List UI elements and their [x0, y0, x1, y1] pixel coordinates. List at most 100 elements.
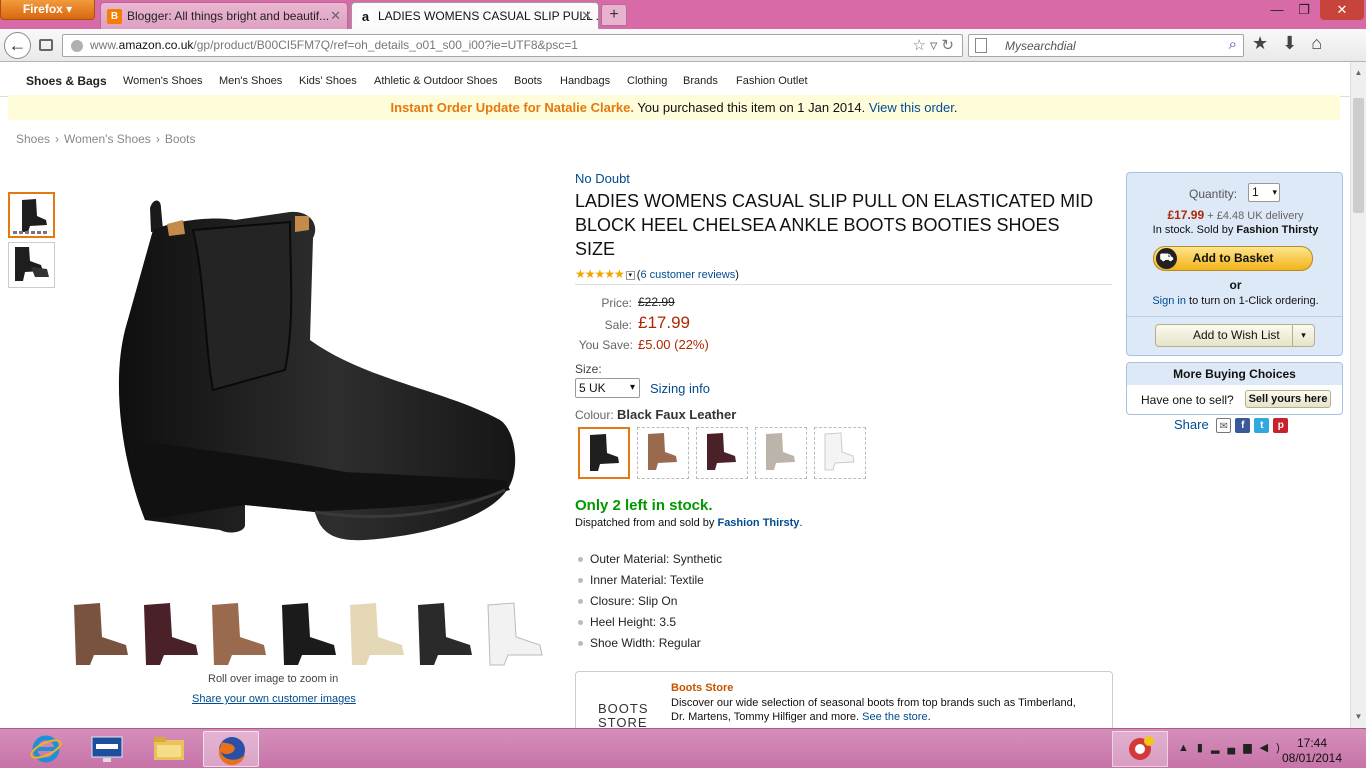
store-title[interactable]: Boots Store	[671, 682, 733, 694]
download-icon[interactable]: ⬇	[1282, 33, 1311, 53]
boot-thumbnail-icon	[15, 247, 49, 281]
breadcrumb-boots[interactable]: Boots	[165, 132, 196, 146]
category-brand[interactable]: Shoes & Bags	[26, 74, 107, 88]
close-window-icon[interactable]: ✕	[1320, 0, 1364, 20]
minimize-icon[interactable]: —	[1264, 0, 1290, 20]
close-tab-icon[interactable]: ✕	[581, 3, 592, 29]
dispatch-info: Dispatched from and sold by Fashion Thir…	[575, 517, 802, 529]
seller-link[interactable]: Fashion Thirsty	[717, 517, 799, 529]
feature-label: Closure:	[590, 594, 635, 608]
scrollbar-thumb[interactable]	[1353, 98, 1364, 213]
twitter-icon[interactable]: t	[1254, 418, 1270, 434]
quantity-select[interactable]: 1 ▾	[1248, 183, 1280, 202]
see-store-link[interactable]: See the store	[862, 711, 927, 723]
nav-fashion-outlet[interactable]: Fashion Outlet	[736, 75, 808, 87]
nav-handbags[interactable]: Handbags	[560, 75, 610, 87]
sign-in-link[interactable]: Sign in	[1152, 295, 1186, 307]
bookmarks-icon[interactable]: ★	[1252, 33, 1282, 53]
notification-app-icon[interactable]	[1112, 731, 1168, 767]
lenovo-icon[interactable]	[79, 731, 135, 767]
view-order-link[interactable]: View this order	[869, 100, 954, 115]
feature-bullet: Outer Material: Synthetic	[578, 552, 722, 566]
url-bar[interactable]: www.amazon.co.uk/gp/product/B00CI5FM7Q/r…	[62, 34, 963, 57]
variant-brown[interactable]	[74, 603, 128, 665]
tab-groups-icon[interactable]	[39, 39, 53, 51]
nav-womens-shoes[interactable]: Women's Shoes	[123, 75, 203, 87]
breadcrumb-womens-shoes[interactable]: Women's Shoes	[64, 132, 151, 146]
main-product-image[interactable]	[105, 190, 525, 550]
variant-tan[interactable]	[212, 603, 266, 665]
boots-store-logo[interactable]: BOOTS STORE	[598, 702, 649, 729]
url-bar-actions: ☆▿↻	[912, 36, 958, 54]
share-customer-images-link[interactable]: Share your own customer images	[192, 693, 356, 705]
nav-kids-shoes[interactable]: Kids' Shoes	[299, 75, 357, 87]
customer-reviews-link[interactable]: 6 customer reviews	[640, 269, 735, 281]
history-dropdown-icon[interactable]: ▿	[930, 37, 942, 54]
sell-yours-here-button[interactable]: Sell yours here	[1245, 390, 1331, 408]
add-to-basket-button[interactable]: ⛟ Add to Basket	[1153, 246, 1313, 271]
scroll-up-icon[interactable]: ▲	[1353, 68, 1364, 77]
search-engine-icon[interactable]	[975, 38, 987, 53]
chevron-down-icon[interactable]: ▾	[625, 270, 635, 280]
add-to-wish-list-button[interactable]: Add to Wish List ▾	[1155, 324, 1315, 347]
breadcrumb-shoes[interactable]: Shoes	[16, 132, 50, 146]
star-rating-icon[interactable]: ★★★★★	[575, 267, 625, 281]
firefox-taskbar-icon[interactable]	[203, 731, 259, 767]
new-tab-button[interactable]: +	[601, 4, 627, 26]
variant-white[interactable]	[487, 602, 543, 666]
scroll-down-icon[interactable]: ▼	[1353, 712, 1364, 721]
tab-amazon[interactable]: a LADIES WOMENS CASUAL SLIP PULL ... ✕	[351, 2, 599, 29]
close-tab-icon[interactable]: ✕	[330, 3, 341, 29]
battery-icon[interactable]: ▮	[1197, 742, 1211, 754]
tab-blogger[interactable]: B Blogger: All things bright and beautif…	[100, 2, 348, 29]
image-thumbnail[interactable]	[8, 192, 55, 238]
search-input[interactable]: Mysearchdial	[1005, 39, 1076, 53]
nav-boots[interactable]: Boots	[514, 75, 542, 87]
boot-swatch-icon	[707, 433, 736, 470]
share-link[interactable]: Share	[1174, 417, 1209, 432]
image-thumbnail[interactable]	[8, 242, 55, 288]
variant-black[interactable]	[282, 603, 336, 665]
nav-athletic-outdoor[interactable]: Athletic & Outdoor Shoes	[374, 75, 498, 87]
variant-black-2[interactable]	[418, 603, 472, 665]
colour-swatch-tan[interactable]	[637, 427, 689, 479]
internet-explorer-icon[interactable]	[18, 731, 74, 767]
colour-swatch-burgundy[interactable]	[696, 427, 748, 479]
brand-link[interactable]: No Doubt	[575, 171, 630, 186]
wish-list-label: Add to Wish List	[1193, 328, 1280, 342]
email-icon[interactable]: ✉	[1216, 418, 1232, 434]
colour-swatch-white[interactable]	[814, 427, 866, 479]
order-update-banner: Instant Order Update for Natalie Clarke.…	[8, 95, 1340, 120]
bookmark-star-icon[interactable]: ☆	[912, 37, 929, 54]
clock-time[interactable]: 17:44	[1290, 736, 1334, 750]
search-bar[interactable]: Mysearchdial ⌕	[968, 34, 1244, 57]
maximize-icon[interactable]: ❐	[1291, 0, 1317, 20]
nav-clothing[interactable]: Clothing	[627, 75, 667, 87]
sale-price: £17.99	[638, 313, 690, 332]
firefox-menu-button[interactable]: Firefox ▾	[0, 0, 95, 20]
colour-label-text: Colour:	[575, 408, 614, 422]
colour-swatch-black[interactable]	[578, 427, 630, 479]
size-value: 5 UK	[579, 381, 606, 395]
variant-cream[interactable]	[350, 603, 404, 665]
reload-icon[interactable]: ↻	[941, 37, 958, 54]
clock-date[interactable]: 08/01/2014	[1280, 751, 1344, 765]
back-button[interactable]: ←	[4, 32, 31, 59]
selected-colour: Black Faux Leather	[617, 407, 737, 422]
home-icon[interactable]: ⌂	[1311, 33, 1336, 53]
signal-icon[interactable]: ▂▄▆	[1211, 742, 1260, 754]
search-icon[interactable]: ⌕	[1229, 36, 1237, 53]
nav-brands[interactable]: Brands	[683, 75, 718, 87]
size-select[interactable]: 5 UK ▾	[575, 378, 640, 398]
pinterest-icon[interactable]: p	[1273, 418, 1289, 434]
url-text[interactable]: www.amazon.co.uk/gp/product/B00CI5FM7Q/r…	[90, 38, 578, 52]
file-explorer-icon[interactable]	[141, 731, 197, 767]
chevron-up-icon[interactable]: ▲	[1178, 742, 1197, 754]
sizing-info-link[interactable]: Sizing info	[650, 381, 710, 396]
colour-swatch-grey[interactable]	[755, 427, 807, 479]
vertical-scrollbar[interactable]: ▲ ▼	[1350, 62, 1366, 728]
facebook-icon[interactable]: f	[1235, 418, 1251, 434]
nav-mens-shoes[interactable]: Men's Shoes	[219, 75, 282, 87]
chevron-down-icon[interactable]: ▾	[1292, 325, 1314, 346]
variant-burgundy[interactable]	[144, 603, 198, 665]
